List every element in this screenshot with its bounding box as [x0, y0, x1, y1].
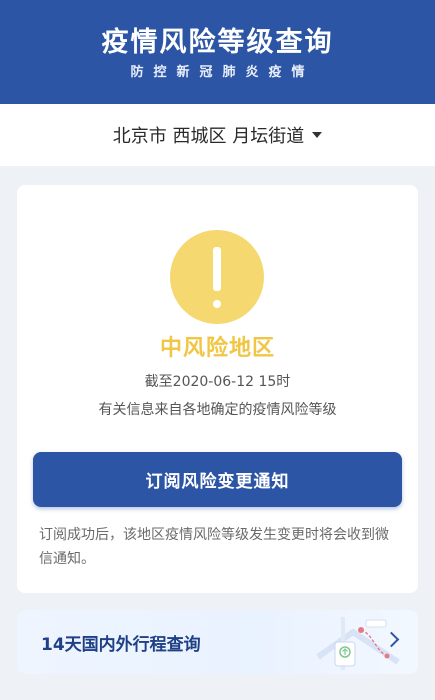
location-label: 北京市 西城区 月坛街道 [112, 126, 305, 147]
risk-source: 有关信息来自各地确定的疫情风险等级 [98, 402, 337, 418]
risk-card: 中风险地区 截至2020-06-12 15时 有关信息来自各地确定的疫情风险等级… [17, 185, 418, 593]
risk-level: 中风险地区 [159, 336, 275, 361]
app-header: 疫情风险等级查询 防控新冠肺炎疫情 [0, 0, 435, 104]
warning-icon [170, 230, 264, 324]
page-title: 疫情风险等级查询 [101, 27, 334, 58]
caret-down-icon [312, 132, 323, 138]
subscribe-note: 订阅成功后，该地区疫情风险等级发生变更时将会收到微信通知。 [39, 527, 389, 567]
trip-query-label: 14天国内外行程查询 [41, 635, 201, 655]
trip-query-link[interactable]: 14天国内外行程查询 [17, 610, 418, 674]
location-selector[interactable]: 北京市 西城区 月坛街道 [0, 104, 435, 166]
risk-timestamp: 截至2020-06-12 15时 [144, 374, 291, 390]
page-subtitle: 防控新冠肺炎疫情 [130, 65, 315, 80]
subscribe-button[interactable]: 订阅风险变更通知 [33, 452, 402, 507]
